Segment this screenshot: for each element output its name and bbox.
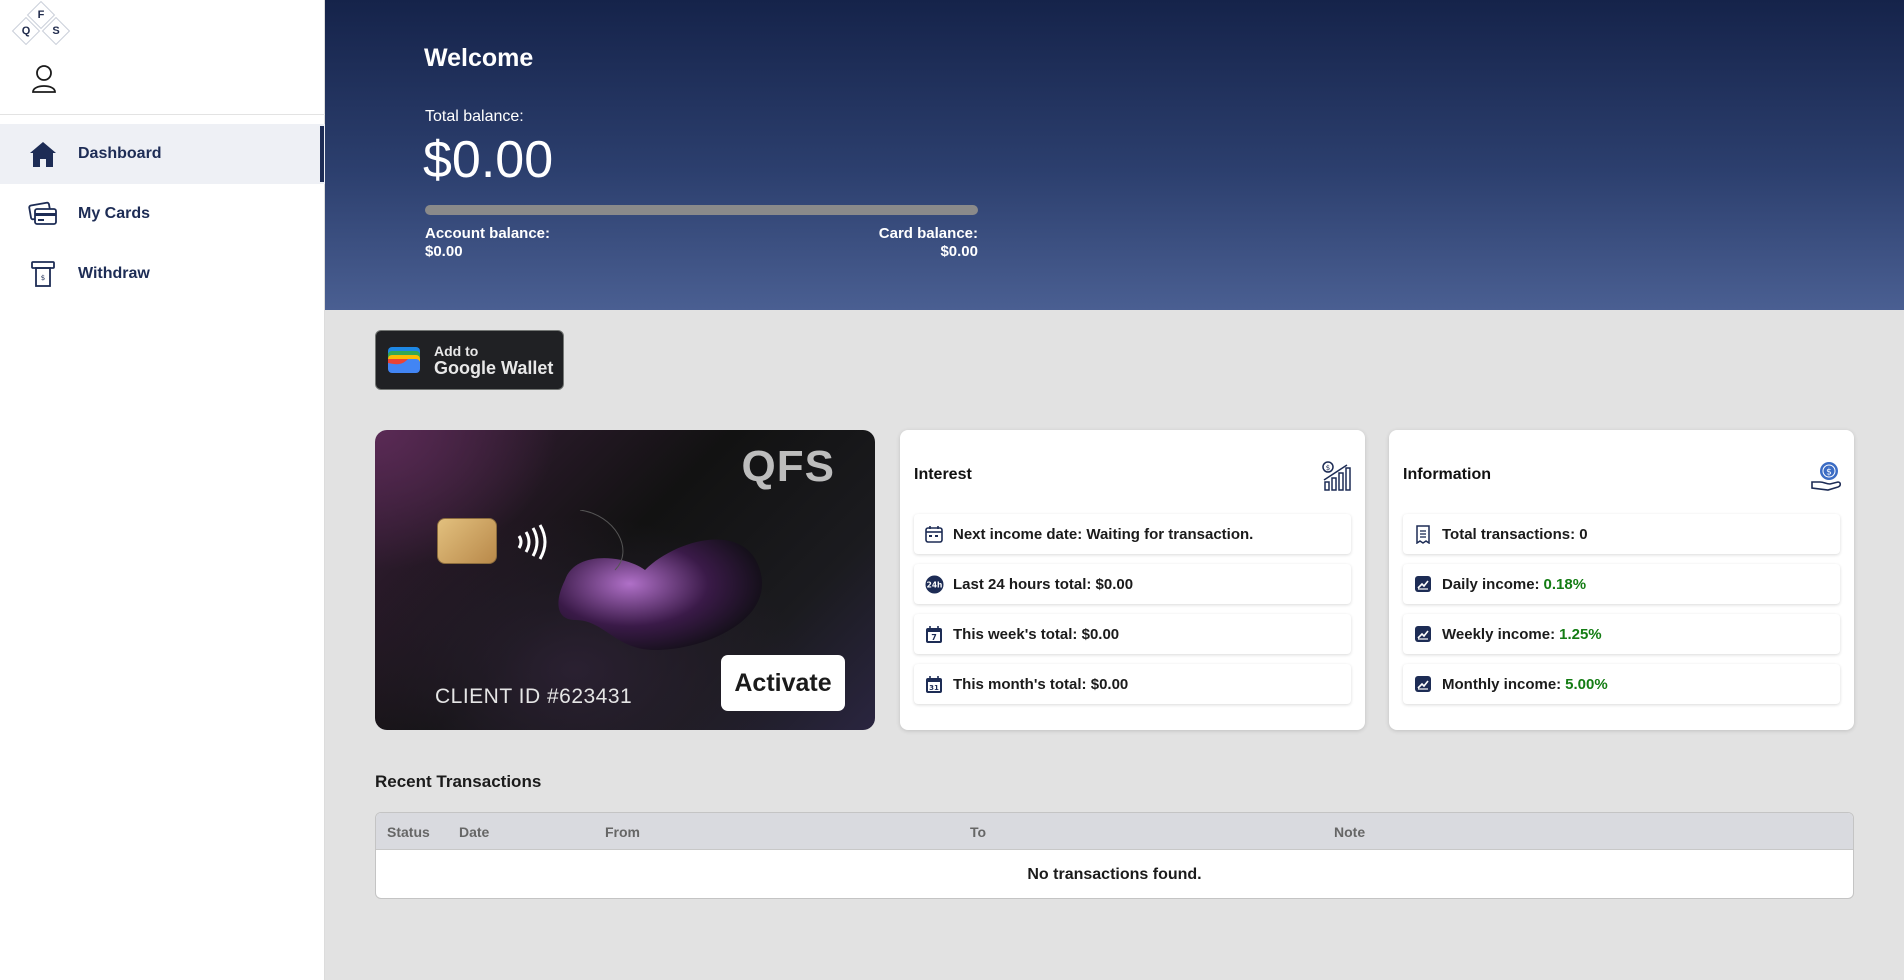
sidebar-item-label: Withdraw xyxy=(78,265,150,282)
svg-text:$: $ xyxy=(1826,468,1832,478)
google-wallet-line2: Google Wallet xyxy=(434,358,554,378)
atm-icon: $ xyxy=(28,259,58,289)
user-icon[interactable] xyxy=(30,64,58,94)
no-transactions-message: No transactions found. xyxy=(1027,865,1202,883)
information-rows: Total transactions: 0 Daily income: 0.18… xyxy=(1403,514,1840,714)
home-icon xyxy=(28,139,58,169)
activate-card-button[interactable]: Activate xyxy=(721,655,845,711)
row-text: Monthly income: xyxy=(1442,675,1562,693)
row-text: Weekly income: xyxy=(1442,625,1556,643)
information-panel: Information $ Total transactions: 0 Dail… xyxy=(1389,430,1854,730)
receipt-icon xyxy=(1413,524,1433,544)
google-wallet-text: Add to Google Wallet xyxy=(434,343,553,377)
weekly-income-value: 1.25% xyxy=(1559,625,1602,643)
24-hours-icon: 24h xyxy=(924,574,944,594)
chart-icon xyxy=(1413,674,1433,694)
card-brand: QFS xyxy=(741,442,835,491)
sidebar-item-my-cards[interactable]: My Cards xyxy=(0,184,325,244)
sidebar-item-label: My Cards xyxy=(78,205,151,222)
total-balance-amount: $0.00 xyxy=(423,131,554,189)
column-header-date[interactable]: Date xyxy=(459,824,489,840)
account-balance-value: $0.00 xyxy=(425,243,463,260)
column-header-to[interactable]: To xyxy=(970,824,986,840)
sidebar: F Q S Dashboard My Cards $ Withdraw xyxy=(0,0,325,980)
sidebar-item-label: Dashboard xyxy=(78,145,162,162)
monthly-income-value: 5.00% xyxy=(1565,675,1608,693)
list-item: Monthly income: 5.00% xyxy=(1403,664,1840,704)
interest-panel: Interest $ Next income date: Waiting for… xyxy=(900,430,1365,730)
qfs-logo[interactable]: F Q S xyxy=(10,0,72,46)
virtual-card: QFS CLIENT ID #623431 Activate xyxy=(375,430,875,730)
recent-transactions-title: Recent Transactions xyxy=(375,772,542,791)
svg-text:7: 7 xyxy=(931,633,937,642)
interest-title: Interest xyxy=(914,466,972,483)
account-balance-label: Account balance: xyxy=(425,225,551,242)
row-text: This month's total: $0.00 xyxy=(953,675,1129,693)
chart-icon xyxy=(1413,624,1433,644)
google-wallet-icon xyxy=(388,347,420,373)
client-id: CLIENT ID #623431 xyxy=(435,685,633,708)
money-hand-icon: $ xyxy=(1810,460,1842,492)
daily-income-value: 0.18% xyxy=(1543,575,1587,593)
total-balance-label: Total balance: xyxy=(425,108,524,125)
cards-icon xyxy=(28,199,58,229)
information-title: Information xyxy=(1403,466,1491,483)
svg-text:31: 31 xyxy=(929,684,939,692)
column-header-from[interactable]: From xyxy=(605,824,640,840)
balance-header: Welcome Total balance: $0.00 Account bal… xyxy=(325,0,1904,310)
calendar-31-icon: 31 xyxy=(924,674,944,694)
transactions-table: Status Date From To Note No transactions… xyxy=(375,812,1854,899)
sidebar-nav: Dashboard My Cards $ Withdraw xyxy=(0,124,325,304)
interest-rows: Next income date: Waiting for transactio… xyxy=(914,514,1351,714)
contactless-icon xyxy=(517,524,547,560)
list-item: 31 This month's total: $0.00 xyxy=(914,664,1351,704)
interest-chart-icon: $ xyxy=(1321,460,1351,492)
sidebar-divider xyxy=(0,114,325,115)
list-item: Next income date: Waiting for transactio… xyxy=(914,514,1351,554)
list-item: 7 This week's total: $0.00 xyxy=(914,614,1351,654)
row-text: Daily income: xyxy=(1442,575,1540,593)
sidebar-item-dashboard[interactable]: Dashboard xyxy=(0,124,325,184)
add-to-google-wallet-button[interactable]: Add to Google Wallet xyxy=(375,330,564,390)
calendar-icon xyxy=(924,524,944,544)
row-text: This week's total: $0.00 xyxy=(953,625,1120,643)
list-item: Weekly income: 1.25% xyxy=(1403,614,1840,654)
row-text: Next income date: Waiting for transactio… xyxy=(953,525,1254,543)
logo-letter-f: F xyxy=(37,9,45,21)
row-text: Last 24 hours total: $0.00 xyxy=(953,575,1134,593)
card-balance-label: Card balance: xyxy=(878,225,978,242)
table-header: Status Date From To Note xyxy=(376,813,1853,850)
logo-letter-s: S xyxy=(52,25,60,37)
svg-text:24h: 24h xyxy=(926,580,942,589)
welcome-title: Welcome xyxy=(424,44,534,72)
column-header-note[interactable]: Note xyxy=(1334,824,1365,840)
logo-letter-q: Q xyxy=(21,25,31,37)
chart-icon xyxy=(1413,574,1433,594)
calendar-7-icon: 7 xyxy=(924,624,944,644)
account-balance: Account balance: $0.00 xyxy=(425,225,550,261)
list-item: 24h Last 24 hours total: $0.00 xyxy=(914,564,1351,604)
row-text: Total transactions: 0 xyxy=(1442,525,1588,543)
list-item: Total transactions: 0 xyxy=(1403,514,1840,554)
sidebar-item-withdraw[interactable]: $ Withdraw xyxy=(0,244,325,304)
card-balance-value: $0.00 xyxy=(940,243,978,260)
column-header-status[interactable]: Status xyxy=(387,824,430,840)
svg-text:$: $ xyxy=(1326,464,1330,472)
svg-text:$: $ xyxy=(41,274,45,282)
list-item: Daily income: 0.18% xyxy=(1403,564,1840,604)
balance-progress-bar xyxy=(425,205,978,215)
card-chip xyxy=(437,518,497,564)
card-balance: Card balance: $0.00 xyxy=(778,225,978,261)
